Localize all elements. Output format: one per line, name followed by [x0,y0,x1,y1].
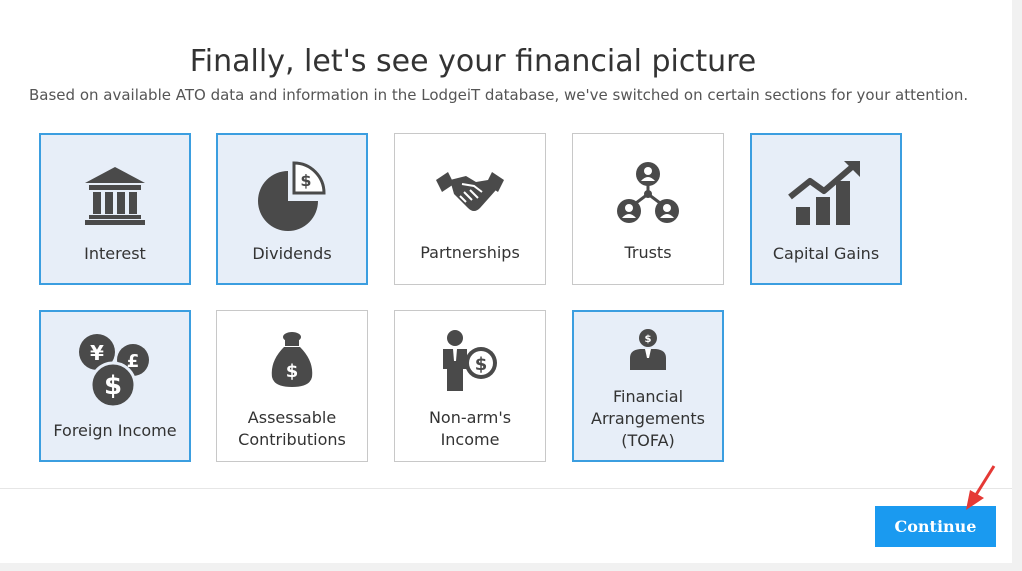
card-capital-gains[interactable]: Capital Gains [750,133,902,285]
svg-text:$: $ [104,371,122,401]
card-label: Foreign Income [53,421,177,440]
currency-coins-icon: ¥ £ $ [41,330,189,408]
card-label: Capital Gains [772,244,880,263]
money-bag-icon: $ [217,331,367,389]
footer-divider [0,488,1012,489]
card-label: Partnerships [420,243,520,262]
card-label: Non-arm's Income [428,408,512,449]
person-dollar-icon: $ [395,329,545,391]
svg-text:¥: ¥ [90,341,104,365]
card-trusts[interactable]: Trusts [572,133,724,285]
pie-chart-dollar-icon: $ [218,159,366,231]
card-partnerships[interactable]: Partnerships [394,133,546,285]
card-label: Financial Arrangements (TOFA) [591,387,705,450]
handshake-icon [395,170,545,216]
svg-text:$: $ [475,354,488,375]
card-foreign-income[interactable]: ¥ £ $ Foreign Income [39,310,191,462]
businessman-dollar-icon: $ [574,328,722,370]
card-dividends[interactable]: $ Dividends [216,133,368,285]
growth-chart-icon [752,159,900,227]
wizard-panel: Finally, let's see your financial pictur… [0,0,1012,563]
card-label: Interest [84,244,146,263]
page-title: Finally, let's see your financial pictur… [189,44,757,80]
card-label: Trusts [624,243,672,262]
card-label: Dividends [252,244,332,263]
page-subtitle: Based on available ATO data and informat… [29,86,969,104]
svg-text:$: $ [286,361,299,382]
card-non-arms-income[interactable]: $ Non-arm's Income [394,310,546,462]
card-label: Assessable Contributions [238,408,346,449]
card-interest[interactable]: Interest [39,133,191,285]
red-arrow-annotation [966,465,996,510]
card-assessable-contributions[interactable]: $ Assessable Contributions [216,310,368,462]
card-financial-arrangements[interactable]: $ Financial Arrangements (TOFA) [572,310,724,462]
people-network-icon [573,162,723,224]
continue-button[interactable]: Continue [875,506,996,547]
svg-text:$: $ [300,171,311,190]
svg-text:$: $ [645,334,652,345]
bank-icon [41,167,189,225]
